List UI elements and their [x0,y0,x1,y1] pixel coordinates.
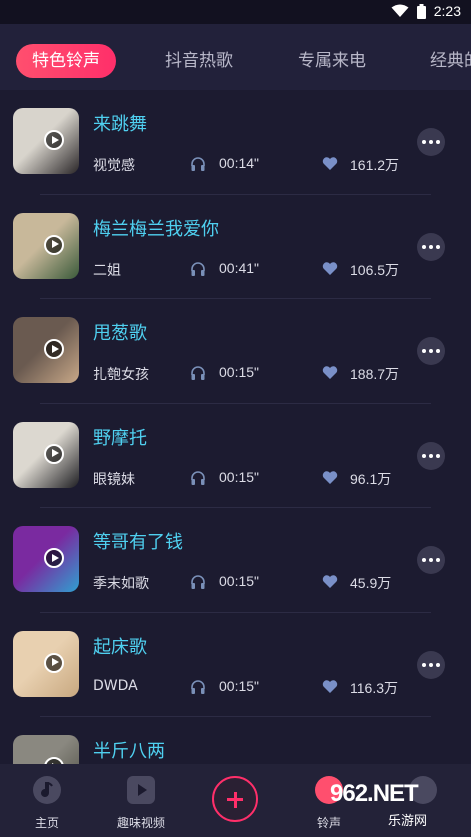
song-singer: 季末如歌 [93,576,149,592]
headphones-icon [191,470,205,485]
tab-classic[interactable]: 经典的 [430,44,471,78]
watermark-text: 962.NET [330,780,419,807]
list-item[interactable]: 来跳舞 视觉感 00:14" 161.2万 [0,90,471,195]
nav-fun-videos[interactable]: 趣味视频 [94,764,188,837]
ringtone-list: 来跳舞 视觉感 00:14" 161.2万 梅兰梅兰我爱你 二姐 00:41" [0,90,471,764]
song-singer: 眼镜妹 [93,471,135,488]
song-duration: 00:15" [219,677,260,694]
song-title: 半斤八两 [93,741,165,762]
status-bar: 2:23 [0,0,471,24]
play-video-icon [127,776,155,804]
song-likes: 161.2万 [350,157,400,173]
list-item[interactable]: 起床歌 DWDA 00:15" 116.3万 [0,613,471,717]
more-options-button[interactable] [417,650,445,679]
headphones-icon [191,366,205,380]
battery-icon [416,3,426,19]
heart-icon [322,366,338,379]
song-likes: 116.3万 [350,679,398,696]
heart-icon [322,157,338,170]
song-title: 甩葱歌 [93,323,147,344]
play-icon[interactable] [44,652,64,673]
heart-icon [322,575,338,588]
play-icon[interactable] [44,548,64,568]
headphones-icon [191,157,205,171]
tab-exclusive-calls[interactable]: 专属来电 [298,44,366,78]
play-icon[interactable] [44,443,64,464]
song-title: 野摩托 [93,427,147,449]
song-likes: 106.5万 [350,261,400,278]
nav-fun-videos-label: 趣味视频 [116,816,165,830]
wifi-icon [391,4,409,17]
play-icon[interactable] [44,130,64,150]
music-note-icon [33,776,61,804]
more-options-button[interactable] [417,232,445,261]
nav-home-label: 主页 [34,816,59,830]
song-duration: 00:14" [219,155,260,171]
song-duration: 00:41" [219,259,260,276]
list-item[interactable]: 甩葱歌 扎匏女孩 00:15" 188.7万 [0,299,471,404]
list-item[interactable]: 等哥有了钱 季末如歌 00:15" 45.9万 [0,508,471,613]
watermark-sub: 乐游网 [388,814,428,829]
headphones-icon [191,575,205,589]
headphones-icon [191,679,205,694]
nav-home[interactable]: 主页 [0,764,94,837]
headphones-icon [191,261,205,276]
song-title: 来跳舞 [93,114,147,135]
heart-icon [322,261,338,275]
song-duration: 00:15" [219,364,260,380]
song-singer: 二姐 [93,262,121,279]
more-options-button[interactable] [417,337,445,365]
song-likes: 96.1万 [350,470,392,487]
play-icon[interactable] [44,234,64,255]
song-duration: 00:15" [219,468,260,485]
tab-douyin-hits[interactable]: 抖音热歌 [165,44,233,78]
play-icon[interactable] [44,339,64,359]
song-likes: 45.9万 [350,575,392,591]
song-likes: 188.7万 [350,366,400,382]
song-title: 等哥有了钱 [93,532,183,553]
more-options-button[interactable] [417,128,445,156]
song-singer: 扎匏女孩 [93,367,149,383]
tab-featured-ringtones[interactable]: 特色铃声 [16,44,116,78]
category-tabs: 特色铃声 抖音热歌 专属来电 经典的 [0,24,471,90]
watermark-logo: 962.NET 乐游网 [330,780,470,829]
add-button[interactable] [212,776,258,822]
song-title: 梅兰梅兰我爱你 [93,218,219,240]
song-singer: 视觉感 [93,158,135,174]
more-options-button[interactable] [417,546,445,574]
heart-icon [322,470,338,484]
list-item[interactable]: 野摩托 眼镜妹 00:15" 96.1万 [0,404,471,508]
status-time: 2:23 [433,3,461,19]
list-item[interactable]: 半斤八两 [0,717,471,764]
song-singer: DWDA [93,677,138,694]
song-title: 起床歌 [93,636,147,658]
song-duration: 00:15" [219,573,260,589]
heart-icon [322,679,338,693]
more-options-button[interactable] [417,441,445,470]
list-item[interactable]: 梅兰梅兰我爱你 二姐 00:41" 106.5万 [0,195,471,299]
